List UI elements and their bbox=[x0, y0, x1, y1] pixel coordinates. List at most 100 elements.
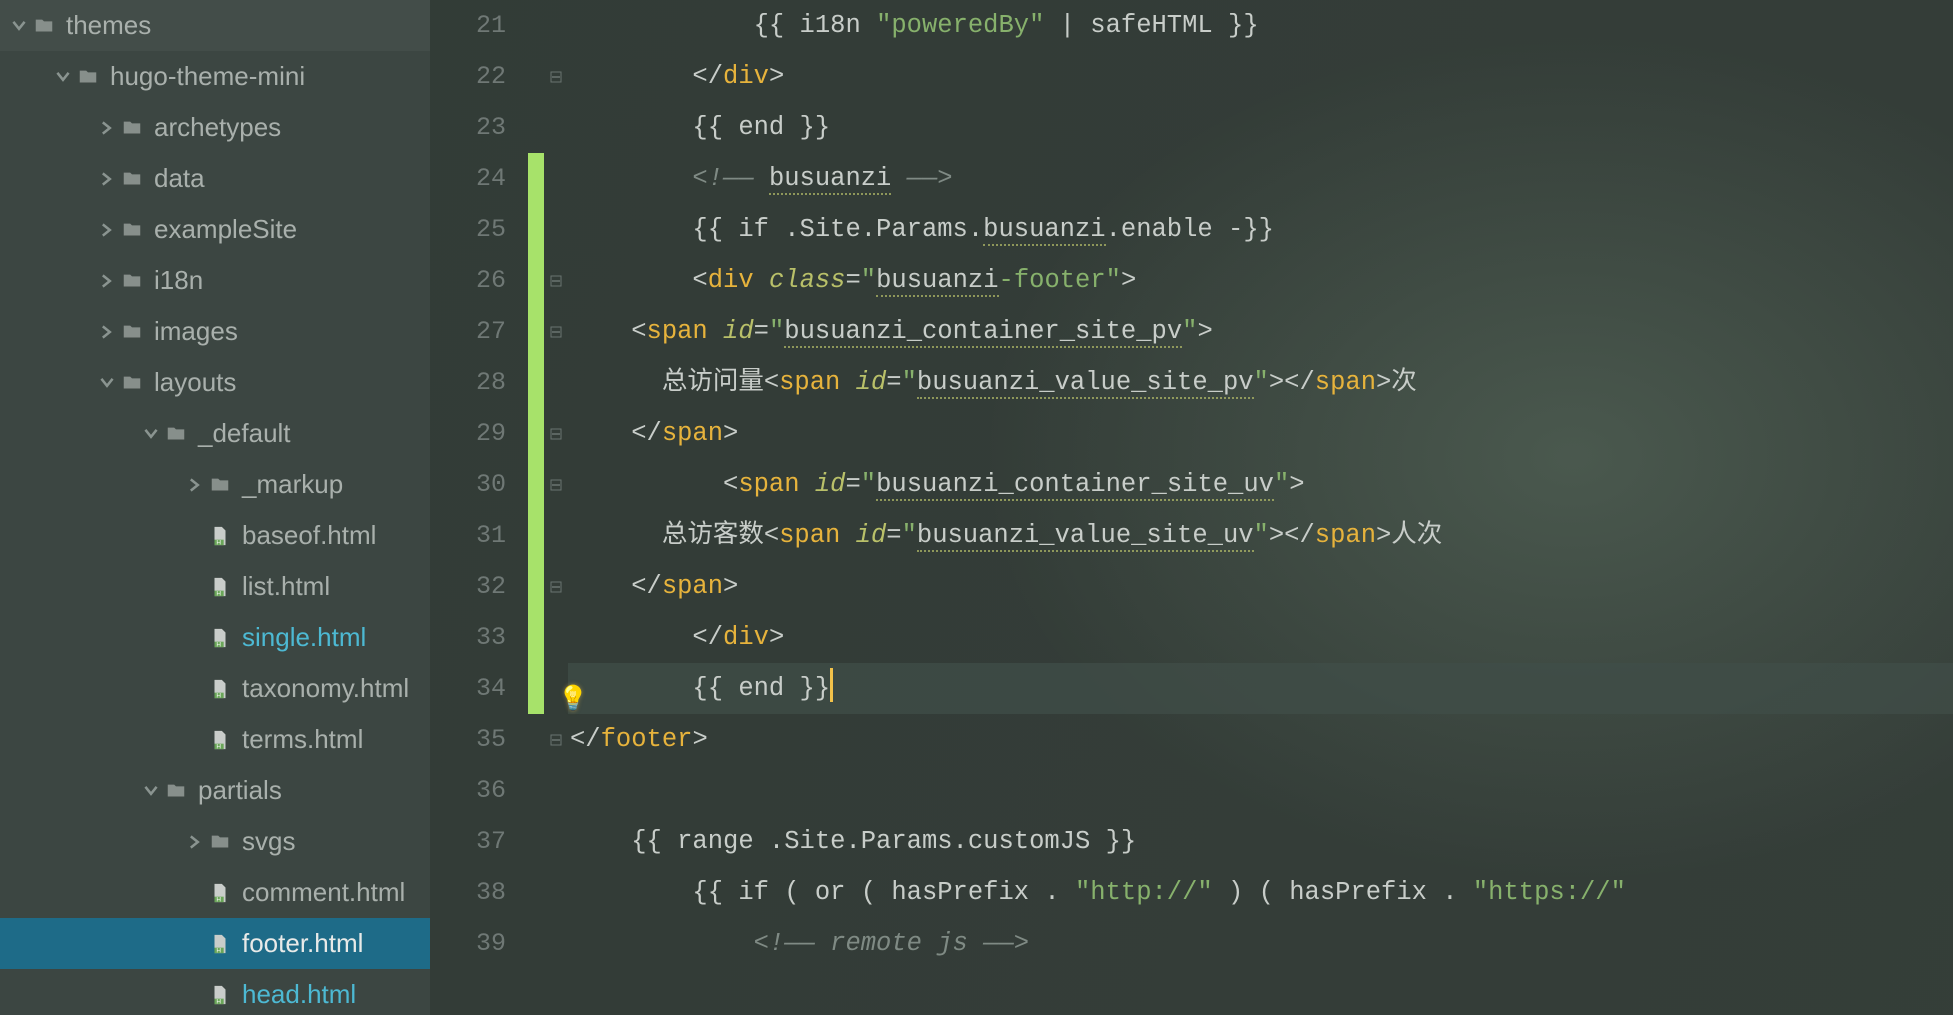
code-line[interactable]: </span> bbox=[568, 561, 1953, 612]
code-area[interactable]: {{ i18n "poweredBy" | safeHTML }} </div>… bbox=[568, 0, 1953, 1015]
chevron-down-icon[interactable] bbox=[10, 19, 28, 33]
folder-icon bbox=[208, 831, 232, 853]
fold-marker bbox=[544, 816, 568, 867]
tree-item-partials[interactable]: partials bbox=[0, 765, 430, 816]
folder-icon bbox=[120, 117, 144, 139]
code-line[interactable]: {{ end }} bbox=[568, 102, 1953, 153]
html-file-icon: H bbox=[208, 627, 232, 649]
code-token: < bbox=[570, 266, 708, 295]
code-token: <!—— bbox=[570, 164, 769, 193]
folder-icon bbox=[120, 270, 144, 292]
folder-icon bbox=[32, 15, 56, 37]
tree-item-layouts[interactable]: layouts bbox=[0, 357, 430, 408]
code-line[interactable]: <!—— remote js ——> bbox=[568, 918, 1953, 969]
html-file-icon: H bbox=[208, 678, 232, 700]
tree-item-svgs[interactable]: svgs bbox=[0, 816, 430, 867]
code-token: div bbox=[708, 266, 754, 295]
svg-text:H: H bbox=[216, 641, 221, 648]
tree-item-examplesite[interactable]: exampleSite bbox=[0, 204, 430, 255]
tree-item-comment-html[interactable]: Hcomment.html bbox=[0, 867, 430, 918]
change-marker bbox=[528, 816, 544, 867]
folder-icon bbox=[164, 780, 188, 802]
code-editor[interactable]: 21222324252627282930313233343536373839 {… bbox=[430, 0, 1953, 1015]
chevron-right-icon[interactable] bbox=[98, 223, 116, 237]
tree-item-single-html[interactable]: Hsingle.html bbox=[0, 612, 430, 663]
change-marker bbox=[528, 306, 544, 357]
code-token: </ bbox=[570, 62, 723, 91]
code-line[interactable]: <span id="busuanzi_container_site_pv"> bbox=[568, 306, 1953, 357]
chevron-down-icon[interactable] bbox=[54, 70, 72, 84]
fold-marker[interactable] bbox=[544, 255, 568, 306]
tree-item-_default[interactable]: _default bbox=[0, 408, 430, 459]
code-line[interactable]: 💡 {{ end }} bbox=[568, 663, 1953, 714]
code-line[interactable]: <span id="busuanzi_container_site_uv"> bbox=[568, 459, 1953, 510]
line-number: 33 bbox=[430, 612, 506, 663]
fold-marker bbox=[544, 867, 568, 918]
code-token: > bbox=[769, 623, 784, 652]
chevron-right-icon[interactable] bbox=[98, 325, 116, 339]
code-token: ——> bbox=[891, 164, 952, 193]
code-token: {{ end }} bbox=[570, 674, 830, 703]
code-token: "http://" bbox=[1075, 878, 1213, 907]
html-file-icon: H bbox=[208, 525, 232, 547]
tree-item-list-html[interactable]: Hlist.html bbox=[0, 561, 430, 612]
code-line[interactable]: <div class="busuanzi-footer"> bbox=[568, 255, 1953, 306]
tree-item-terms-html[interactable]: Hterms.html bbox=[0, 714, 430, 765]
lightbulb-icon[interactable]: 💡 bbox=[558, 675, 588, 726]
code-token: > bbox=[1121, 266, 1136, 295]
project-sidebar[interactable]: themeshugo-theme-mini archetypes data examp… bbox=[0, 0, 430, 1015]
chevron-right-icon[interactable] bbox=[186, 478, 204, 492]
fold-marker[interactable] bbox=[544, 408, 568, 459]
code-token: 总访客数< bbox=[570, 521, 779, 550]
change-marker bbox=[528, 102, 544, 153]
code-line[interactable]: </div> bbox=[568, 612, 1953, 663]
chevron-down-icon[interactable] bbox=[98, 376, 116, 390]
change-marker bbox=[528, 0, 544, 51]
tree-item-i18n[interactable]: i18n bbox=[0, 255, 430, 306]
code-line[interactable]: 总访客数<span id="busuanzi_value_site_uv"></… bbox=[568, 510, 1953, 561]
code-token: ></ bbox=[1269, 368, 1315, 397]
tree-item-head-html[interactable]: Hhead.html bbox=[0, 969, 430, 1015]
tree-item-baseof-html[interactable]: Hbaseof.html bbox=[0, 510, 430, 561]
tree-item-data[interactable]: data bbox=[0, 153, 430, 204]
tree-item-taxonomy-html[interactable]: Htaxonomy.html bbox=[0, 663, 430, 714]
fold-marker[interactable] bbox=[544, 459, 568, 510]
tree-item-label: archetypes bbox=[154, 112, 281, 143]
code-line[interactable]: </span> bbox=[568, 408, 1953, 459]
fold-marker[interactable] bbox=[544, 51, 568, 102]
code-line[interactable]: {{ range .Site.Params.customJS }} bbox=[568, 816, 1953, 867]
code-line[interactable]: {{ if .Site.Params.busuanzi.enable -}} bbox=[568, 204, 1953, 255]
code-line[interactable]: {{ i18n "poweredBy" | safeHTML }} bbox=[568, 0, 1953, 51]
code-token: "poweredBy" bbox=[876, 11, 1044, 40]
tree-item-images[interactable]: images bbox=[0, 306, 430, 357]
code-token: span bbox=[647, 317, 708, 346]
fold-marker[interactable] bbox=[544, 306, 568, 357]
chevron-down-icon[interactable] bbox=[142, 427, 160, 441]
tree-item-footer-html[interactable]: Hfooter.html bbox=[0, 918, 430, 969]
chevron-right-icon[interactable] bbox=[186, 835, 204, 849]
chevron-down-icon[interactable] bbox=[142, 784, 160, 798]
line-number: 29 bbox=[430, 408, 506, 459]
chevron-right-icon[interactable] bbox=[98, 274, 116, 288]
html-file-icon: H bbox=[208, 576, 232, 598]
code-token: </ bbox=[570, 725, 601, 754]
tree-item-label: data bbox=[154, 163, 205, 194]
code-line[interactable]: {{ if ( or ( hasPrefix . "http://" ) ( h… bbox=[568, 867, 1953, 918]
code-line[interactable]: </div> bbox=[568, 51, 1953, 102]
code-line[interactable]: <!—— busuanzi ——> bbox=[568, 153, 1953, 204]
code-line[interactable]: 总访问量<span id="busuanzi_value_site_pv"></… bbox=[568, 357, 1953, 408]
code-token: .enable -}} bbox=[1106, 215, 1274, 244]
html-file-icon: H bbox=[208, 933, 232, 955]
html-file-icon: H bbox=[208, 729, 232, 751]
tree-item-hugo-theme-mini[interactable]: hugo-theme-mini bbox=[0, 51, 430, 102]
chevron-right-icon[interactable] bbox=[98, 121, 116, 135]
code-line[interactable] bbox=[568, 765, 1953, 816]
tree-item-archetypes[interactable]: archetypes bbox=[0, 102, 430, 153]
code-line[interactable]: </footer> bbox=[568, 714, 1953, 765]
chevron-right-icon[interactable] bbox=[98, 172, 116, 186]
line-number: 28 bbox=[430, 357, 506, 408]
tree-item-themes[interactable]: themes bbox=[0, 0, 430, 51]
fold-marker[interactable] bbox=[544, 561, 568, 612]
tree-item-_markup[interactable]: _markup bbox=[0, 459, 430, 510]
svg-text:H: H bbox=[216, 590, 221, 597]
